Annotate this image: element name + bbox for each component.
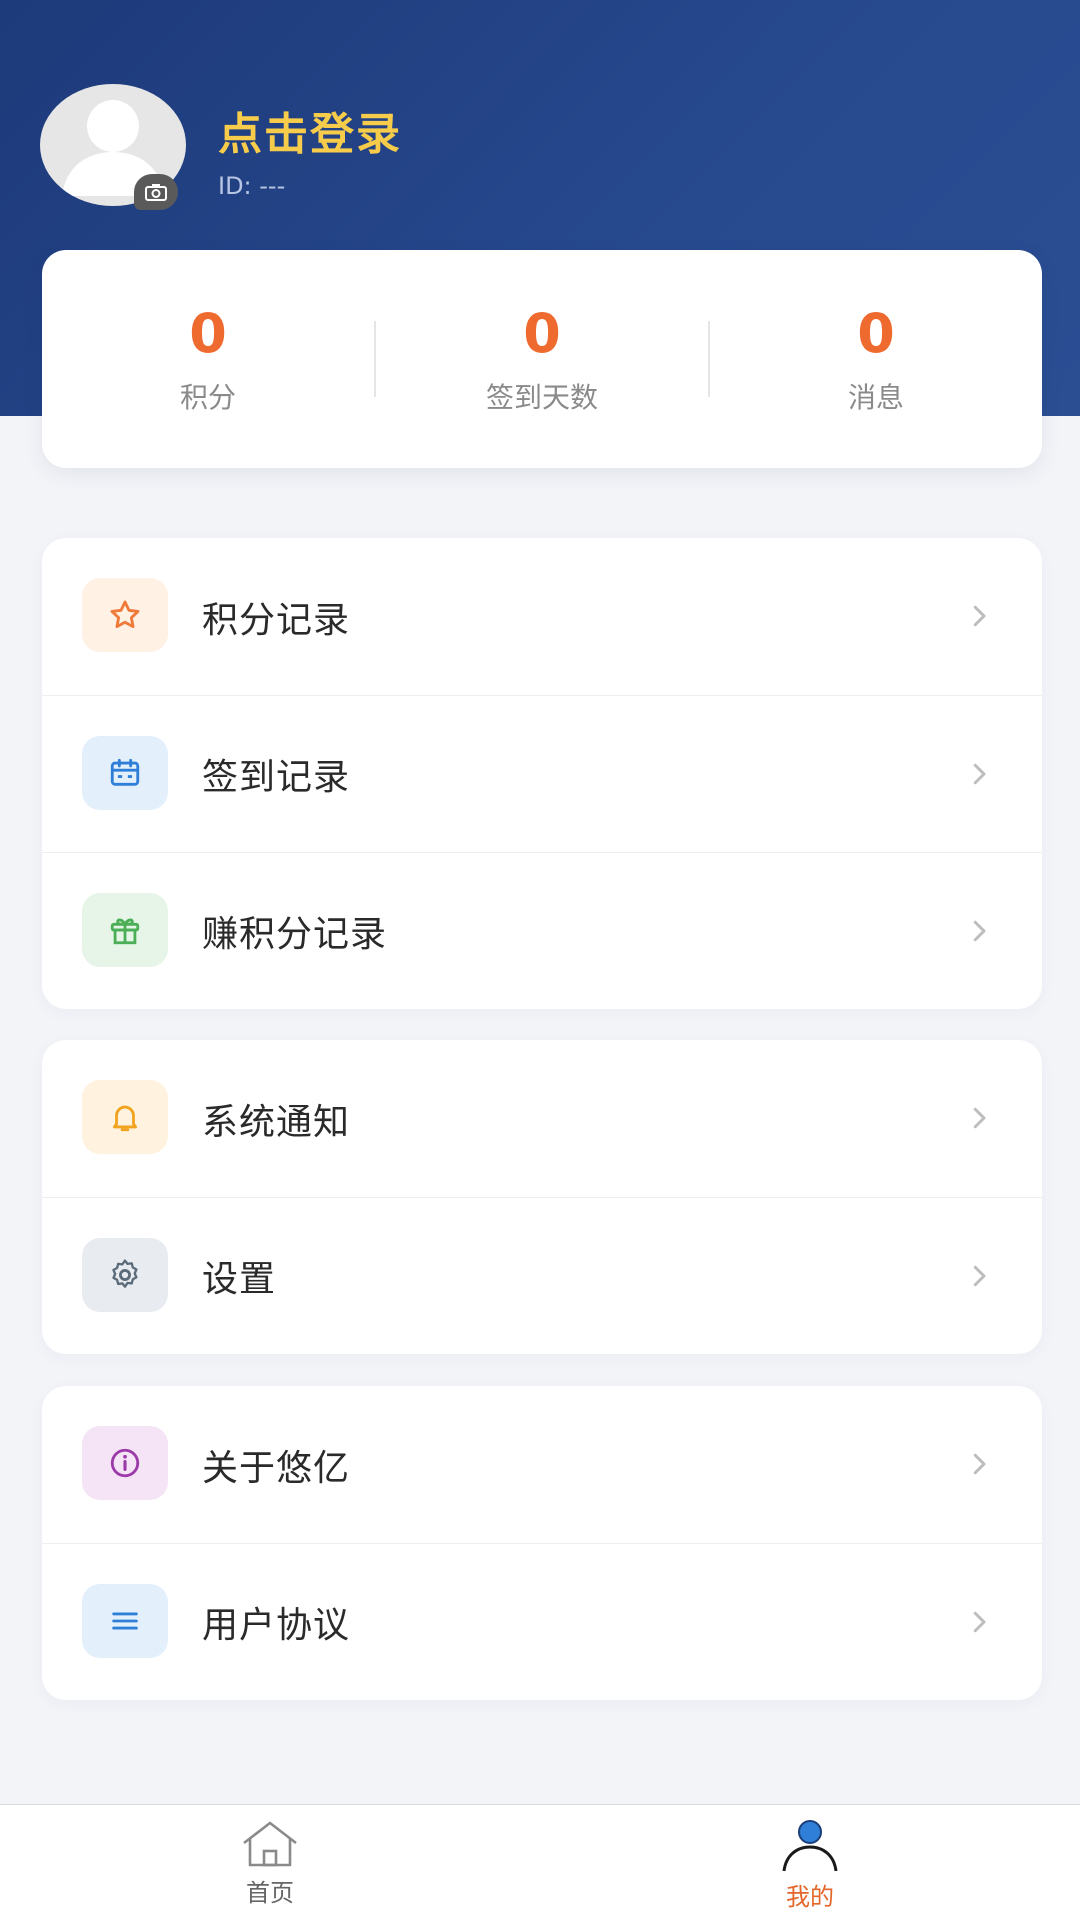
menu-item-checkin-record[interactable]: 签到记录 (42, 695, 1042, 852)
stat-label: 消息 (847, 381, 904, 414)
gift-icon (82, 893, 168, 967)
menu-item-system-notice[interactable]: 系统通知 (42, 1040, 1042, 1197)
user-profile-icon (782, 1820, 838, 1872)
chevron-right-icon (973, 1265, 986, 1287)
calendar-icon (82, 736, 168, 810)
info-icon (82, 1426, 168, 1500)
stat-value: 0 (189, 302, 227, 365)
tab-mine[interactable]: 我的 (540, 1805, 1080, 1920)
bell-icon (82, 1080, 168, 1154)
chevron-right-icon (973, 1107, 986, 1129)
chevron-right-icon (973, 920, 986, 942)
gear-icon (82, 1238, 168, 1312)
stat-checkin-days[interactable]: 0 签到天数 (376, 250, 708, 468)
menu-label: 积分记录 (202, 599, 351, 641)
stat-points[interactable]: 0 积分 (42, 250, 374, 468)
chevron-right-icon (973, 605, 986, 627)
bottom-tab-bar: 首页 我的 (0, 1804, 1080, 1920)
avatar[interactable] (40, 84, 186, 210)
menu-group-system: 系统通知 设置 (42, 1040, 1042, 1354)
stat-messages[interactable]: 0 消息 (710, 250, 1042, 468)
menu-group-about: 关于悠亿 用户协议 (42, 1386, 1042, 1700)
menu-item-about[interactable]: 关于悠亿 (42, 1386, 1042, 1543)
tab-mine-label: 我的 (786, 1883, 834, 1911)
menu-item-earn-points-record[interactable]: 赚积分记录 (42, 852, 1042, 1009)
login-prompt[interactable]: 点击登录 (218, 98, 402, 162)
user-id-text: ID: --- (218, 172, 286, 200)
menu-label: 用户协议 (202, 1605, 351, 1646)
menu-label: 签到记录 (202, 757, 351, 798)
menu-label: 系统通知 (202, 1101, 351, 1143)
stat-value: 0 (857, 302, 895, 365)
menu-group-records: 积分记录 签到记录 赚积分记录 (42, 538, 1042, 1009)
menu-item-user-agreement[interactable]: 用户协议 (42, 1543, 1042, 1700)
stat-label: 积分 (179, 381, 236, 414)
menu-label: 设置 (202, 1259, 277, 1300)
menu-lines-icon (82, 1584, 168, 1658)
chevron-right-icon (973, 1453, 986, 1475)
stat-value: 0 (523, 302, 561, 365)
stat-label: 签到天数 (485, 381, 598, 414)
chevron-right-icon (973, 1611, 986, 1633)
tab-home[interactable]: 首页 (0, 1805, 540, 1920)
tab-home-label: 首页 (246, 1879, 294, 1907)
chevron-right-icon (973, 763, 986, 785)
menu-item-points-record[interactable]: 积分记录 (42, 538, 1042, 695)
home-icon (243, 1821, 297, 1867)
menu-label: 赚积分记录 (202, 914, 388, 955)
stats-card: 0 积分 0 签到天数 0 消息 (42, 250, 1042, 468)
menu-item-settings[interactable]: 设置 (42, 1197, 1042, 1354)
star-icon (82, 578, 168, 652)
menu-label: 关于悠亿 (202, 1447, 351, 1489)
camera-icon[interactable] (134, 174, 178, 210)
